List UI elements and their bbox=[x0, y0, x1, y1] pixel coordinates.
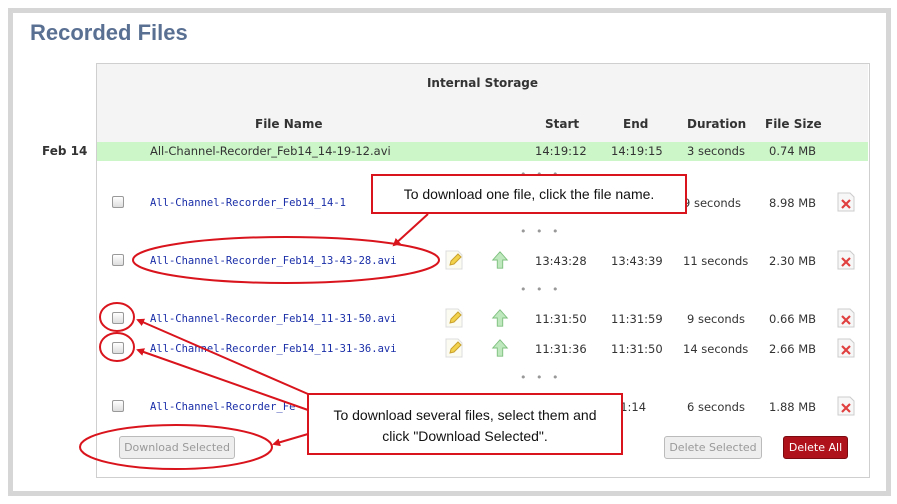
arrow-checkbox-1 bbox=[136, 318, 309, 395]
highlight-checkbox-ellipse bbox=[99, 332, 135, 362]
callout-download-several-files: To download several files, select them a… bbox=[307, 393, 623, 455]
arrow-checkbox-2 bbox=[136, 348, 309, 411]
arrow-download-selected bbox=[272, 433, 309, 447]
highlight-download-selected-ellipse bbox=[79, 424, 273, 470]
highlight-file-name-ellipse bbox=[132, 236, 440, 284]
callout-download-one-file: To download one file, click the file nam… bbox=[371, 174, 687, 214]
arrow-one-file bbox=[392, 213, 429, 247]
highlight-checkbox-ellipse bbox=[99, 302, 135, 332]
